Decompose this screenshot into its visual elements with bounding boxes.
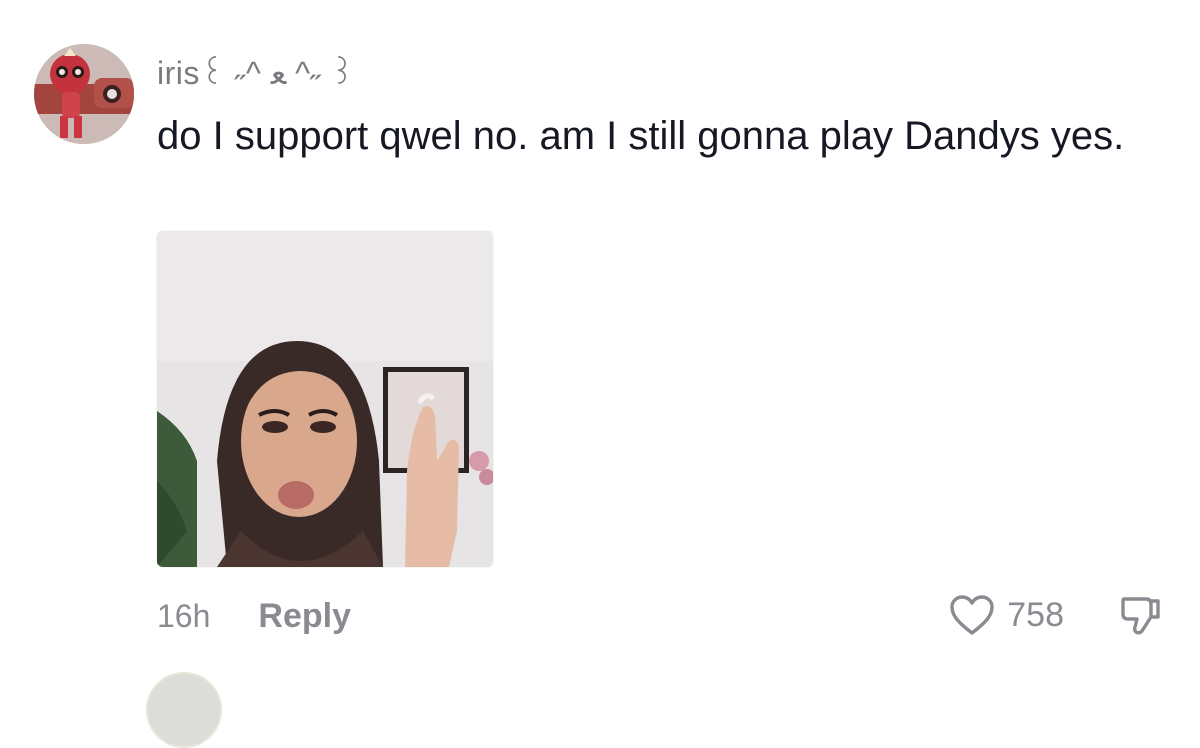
next-comment-avatar[interactable] [146, 672, 222, 748]
media-thumbnail [157, 231, 493, 567]
username[interactable]: iris꒰ ˶^ ﻌ ^˶ ꒱ [157, 50, 355, 92]
comment-item: iris꒰ ˶^ ﻌ ^˶ ꒱ do I support qwel no. am… [0, 0, 1200, 748]
avatar-image [34, 44, 134, 144]
thumbs-down-icon [1121, 597, 1160, 635]
like-count: 758 [1007, 595, 1064, 634]
comment-meta: 16h Reply [157, 596, 351, 636]
dislike-button[interactable] [1118, 593, 1162, 637]
heart-outline-icon [950, 595, 994, 635]
comment-media-image[interactable] [157, 231, 493, 567]
comment-actions: 758 [949, 590, 1162, 640]
like-button[interactable]: 758 [949, 594, 1064, 636]
comment-text: do I support qwel no. am I still gonna p… [157, 114, 1125, 158]
reply-button[interactable]: Reply [258, 597, 351, 636]
avatar[interactable] [34, 44, 134, 144]
timestamp: 16h [157, 597, 211, 634]
